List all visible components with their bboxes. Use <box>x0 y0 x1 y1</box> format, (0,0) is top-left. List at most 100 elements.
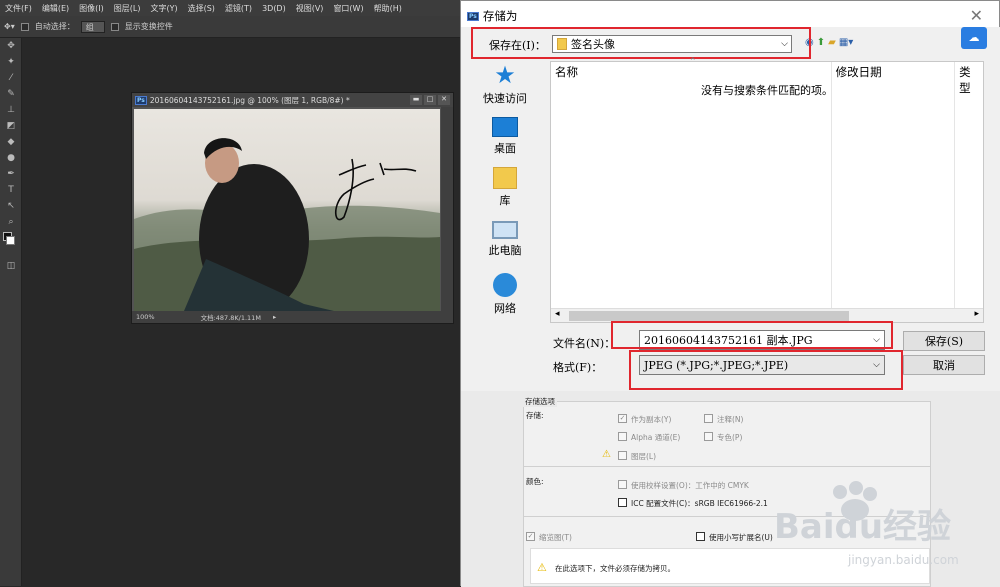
ps-logo-icon: Ps <box>467 11 479 21</box>
eyedropper-icon[interactable]: ⁄ <box>0 70 22 86</box>
chevron-down-icon[interactable]: ⌵ <box>873 335 884 345</box>
up-folder-icon[interactable]: ⬆ <box>817 37 825 48</box>
folder-icon <box>557 38 567 50</box>
save-in-value: 签名头像 <box>571 38 615 51</box>
dodge-icon[interactable]: ● <box>0 150 22 166</box>
warning-icon: ⚠ <box>537 561 547 574</box>
show-transform-checkbox[interactable] <box>110 22 119 31</box>
cancel-button[interactable]: 取消 <box>903 355 985 375</box>
place-quick-access[interactable]: ★ 快速访问 <box>461 63 549 106</box>
warning-text: 在此选项下，文件必须存储为拷贝。 <box>555 564 675 573</box>
thumbnail-checkbox: ✓ <box>526 532 535 541</box>
menu-item[interactable]: 滤镜(T) <box>220 3 257 14</box>
move-icon[interactable]: ✥ <box>0 38 22 54</box>
save-button[interactable]: 保存(S) <box>903 331 985 351</box>
maximize-button[interactable]: □ <box>424 95 436 105</box>
scroll-right-icon[interactable]: ▸ <box>974 309 979 319</box>
spot-label: 专色(P) <box>717 433 743 442</box>
menu-item[interactable]: 图层(L) <box>109 3 146 14</box>
save-options-area: 存储选项 存储: ✓ 作为副本(Y) 注释(N) Alpha 通道(E) 专色(… <box>461 391 1000 587</box>
lowercase-ext-checkbox[interactable] <box>696 532 705 541</box>
as-copy-checkbox: ✓ <box>618 414 627 423</box>
network-icon <box>493 273 517 297</box>
icc-checkbox[interactable] <box>618 498 627 507</box>
show-transform-label: 显示变换控件 <box>124 22 173 31</box>
zoom-icon[interactable]: ⌕ <box>0 214 22 230</box>
menu-item[interactable]: 图像(I) <box>74 3 109 14</box>
eraser-icon[interactable]: ◩ <box>0 118 22 134</box>
notes-checkbox[interactable] <box>704 414 713 423</box>
place-libraries[interactable]: 库 <box>461 167 549 208</box>
layers-checkbox <box>618 451 627 460</box>
menu-item[interactable]: 选择(S) <box>183 3 220 14</box>
place-label: 库 <box>499 194 511 207</box>
format-dropdown[interactable]: JPEG (*.JPG;*.JPEG;*.JPE) ⌵ <box>639 355 885 375</box>
type-icon[interactable]: T <box>0 182 22 198</box>
dialog-close-icon[interactable]: ✕ <box>970 6 983 25</box>
path-select-icon[interactable]: ↖ <box>0 198 22 214</box>
save-in-dropdown[interactable]: 签名头像 ⌵ <box>552 35 792 53</box>
doc-size[interactable]: 文档:487.8K/1.11M <box>201 312 261 322</box>
scroll-left-icon[interactable]: ◂ <box>555 309 560 319</box>
dialog-file-browser: 保存在(I)： 签名头像 ⌵ ◉ ⬆ ▰ ▦▾ ★ 快速访问 桌面 库 此电脑 … <box>461 27 1000 391</box>
document-titlebar: Ps 20160604143752161.jpg @ 100% (图层 1, R… <box>132 93 453 107</box>
view-menu-icon[interactable]: ▦▾ <box>839 37 853 48</box>
move-tool-icon[interactable]: ✥▾ <box>4 22 15 31</box>
place-network[interactable]: 网络 <box>461 273 549 316</box>
sort-caret-icon: ⌃ <box>689 57 697 67</box>
place-label: 此电脑 <box>488 244 522 257</box>
thumbnail-label: 缩览图(T) <box>539 533 572 542</box>
notes-label: 注释(N) <box>717 415 744 424</box>
warning-icon: ⚠ <box>602 449 611 460</box>
close-button[interactable]: ✕ <box>438 95 450 105</box>
back-icon[interactable]: ◉ <box>805 37 814 48</box>
menu-item[interactable]: 窗口(W) <box>328 3 368 14</box>
column-type[interactable]: 类型 <box>955 62 983 312</box>
stamp-icon[interactable]: ⊥ <box>0 102 22 118</box>
filename-input[interactable]: 20160604143752161 副本.JPG ⌵ <box>639 330 885 350</box>
menu-item[interactable]: 编辑(E) <box>37 3 74 14</box>
file-list-header: 名称 修改日期 类型 <box>551 62 983 312</box>
new-folder-icon[interactable]: ▰ <box>828 37 836 48</box>
layers-label: 图层(L) <box>631 452 657 461</box>
file-list-hscroll[interactable]: ◂ ▸ <box>551 308 983 322</box>
auto-select-dropdown[interactable]: 组 <box>80 20 105 33</box>
format-value: JPEG (*.JPG;*.JPEG;*.JPE) <box>644 358 789 372</box>
menu-item[interactable]: 视图(V) <box>291 3 329 14</box>
zoom-level[interactable]: 100% <box>136 313 155 321</box>
save-in-label: 保存在(I)： <box>489 39 546 52</box>
save-as-dialog: Ps 存储为 ✕ 保存在(I)： 签名头像 ⌵ ◉ ⬆ ▰ ▦▾ ★ 快速访问 … <box>460 0 1000 587</box>
hscroll-thumb[interactable] <box>569 311 849 321</box>
minimize-button[interactable]: ▬ <box>410 95 422 105</box>
ps-menubar: 文件(F) 编辑(E) 图像(I) 图层(L) 文字(Y) 选择(S) 滤镜(T) 3D(D)… <box>0 0 460 16</box>
save-options-header: 存储选项 <box>523 396 557 407</box>
pen-icon[interactable]: ✒ <box>0 166 22 182</box>
brush-icon[interactable]: ✎ <box>0 86 22 102</box>
store-label: 存储: <box>526 411 544 420</box>
star-icon: ★ <box>494 61 516 89</box>
proof-label: 使用校样设置(O)：工作中的 CMYK <box>631 481 749 490</box>
places-bar: ★ 快速访问 桌面 库 此电脑 网络 <box>461 61 549 391</box>
dialog-title: 存储为 <box>482 9 518 23</box>
desktop-icon <box>492 117 518 137</box>
place-label: 网络 <box>494 302 516 315</box>
color-swatches[interactable] <box>0 230 21 258</box>
cloud-icon[interactable]: ☁ <box>961 27 987 49</box>
magic-wand-icon[interactable]: ✦ <box>0 54 22 70</box>
file-list[interactable]: 名称 修改日期 类型 ⌃ 没有与搜索条件匹配的项。 ◂ ▸ <box>550 57 984 323</box>
place-this-pc[interactable]: 此电脑 <box>461 221 549 258</box>
document-vscroll[interactable] <box>441 107 453 313</box>
menu-item[interactable]: 帮助(H) <box>369 3 407 14</box>
quick-mask-icon[interactable]: ◫ <box>0 258 22 274</box>
auto-select-checkbox[interactable] <box>20 22 29 31</box>
column-name[interactable]: 名称 <box>551 62 832 312</box>
place-label: 快速访问 <box>483 92 527 105</box>
status-arrow-icon[interactable]: ▸ <box>273 313 276 321</box>
menu-item[interactable]: 文件(F) <box>0 3 37 14</box>
menu-item[interactable]: 文字(Y) <box>145 3 182 14</box>
place-desktop[interactable]: 桌面 <box>461 117 549 156</box>
bucket-icon[interactable]: ◆ <box>0 134 22 150</box>
save-options-box: 存储选项 存储: ✓ 作为副本(Y) 注释(N) Alpha 通道(E) 专色(… <box>523 396 931 587</box>
menu-item[interactable]: 3D(D) <box>257 4 291 13</box>
column-date[interactable]: 修改日期 <box>832 62 956 312</box>
